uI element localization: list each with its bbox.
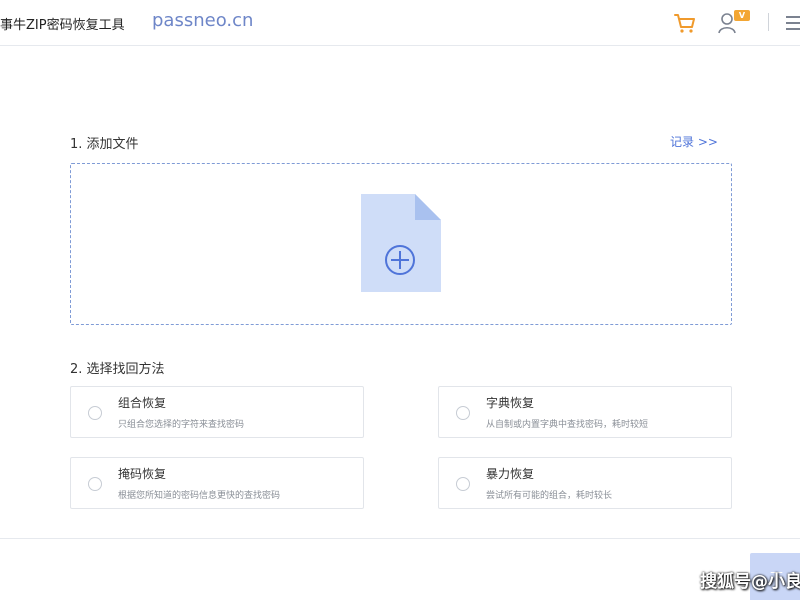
titlebar-divider — [768, 13, 769, 31]
option-title: 字典恢复 — [486, 396, 535, 410]
menu-icon[interactable] — [786, 16, 800, 34]
option-desc: 根据您所知道的密码信息更快的查找密码 — [118, 491, 281, 501]
option-desc: 尝试所有可能的组合，耗时较长 — [486, 491, 613, 501]
add-file-icon — [361, 194, 441, 292]
radio-button[interactable] — [456, 477, 470, 491]
option-dictionary-recovery[interactable]: 字典恢复 从自制或内置字典中查找密码，耗时较短 — [438, 386, 732, 438]
title-bar: 事牛ZIP密码恢复工具 passneo.cn V — [0, 0, 800, 46]
add-file-dropzone[interactable] — [70, 163, 732, 325]
step2-title: 2. 选择找回方法 — [70, 362, 165, 377]
option-title: 掩码恢复 — [118, 467, 167, 481]
step1-title: 1. 添加文件 — [70, 137, 139, 152]
option-combination-recovery[interactable]: 组合恢复 只组合您选择的字符来查找密码 — [70, 386, 364, 438]
cart-icon[interactable] — [672, 10, 698, 36]
option-brute-force-recovery[interactable]: 暴力恢复 尝试所有可能的组合，耗时较长 — [438, 457, 732, 509]
vip-badge: V — [734, 10, 750, 21]
radio-button[interactable] — [88, 477, 102, 491]
radio-button[interactable] — [456, 406, 470, 420]
option-desc: 只组合您选择的字符来查找密码 — [118, 420, 245, 430]
option-desc: 从自制或内置字典中查找密码，耗时较短 — [486, 420, 649, 430]
records-link[interactable]: 记录 >> — [670, 133, 718, 150]
app-title: 事牛ZIP密码恢复工具 — [0, 18, 125, 33]
option-title: 暴力恢复 — [486, 467, 535, 481]
site-watermark: passneo.cn — [152, 10, 254, 31]
option-title: 组合恢复 — [118, 396, 167, 410]
corner-watermark: 搜狐号@小良 — [700, 572, 800, 592]
footer-divider — [0, 538, 800, 539]
radio-button[interactable] — [88, 406, 102, 420]
option-mask-recovery[interactable]: 掩码恢复 根据您所知道的密码信息更快的查找密码 — [70, 457, 364, 509]
